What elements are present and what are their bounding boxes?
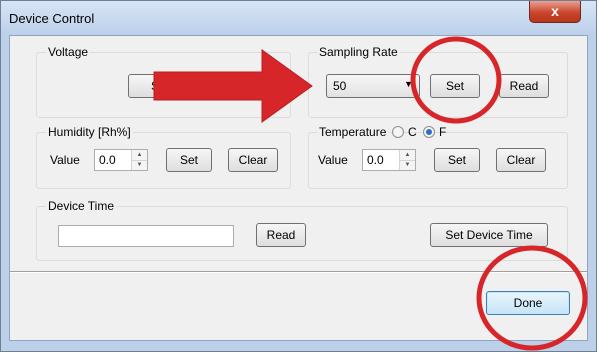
humidity-value: 0.0 [99, 153, 116, 167]
humidity-set-button[interactable]: Set [166, 148, 212, 172]
humidity-label: Humidity [Rh%] [46, 125, 133, 139]
sampling-rate-read-button[interactable]: Read [499, 74, 549, 98]
title-bar: Device Control x [1, 1, 596, 35]
temperature-value-stepper[interactable]: 0.0 ▲ ▼ [362, 149, 416, 171]
voltage-label: Voltage [46, 45, 91, 59]
device-time-read-button[interactable]: Read [256, 223, 306, 247]
temperature-c-label[interactable]: C [408, 125, 417, 139]
footer-separator [10, 271, 587, 273]
humidity-value-label: Value [50, 153, 80, 167]
temperature-label: Temperature [317, 125, 389, 139]
humidity-value-stepper[interactable]: 0.0 ▲ ▼ [94, 149, 148, 171]
sampling-rate-value: 50 [333, 79, 347, 93]
sampling-rate-set-button[interactable]: Set [430, 74, 480, 98]
temperature-clear-button[interactable]: Clear [496, 148, 546, 172]
spin-down-icon[interactable]: ▼ [132, 160, 147, 170]
temperature-set-button[interactable]: Set [434, 148, 480, 172]
spin-buttons[interactable]: ▲ ▼ [131, 150, 147, 170]
chevron-down-icon: ▼ [404, 79, 413, 89]
sampling-rate-label: Sampling Rate [317, 45, 400, 59]
close-icon: x [551, 3, 559, 19]
temperature-value-label: Value [318, 153, 348, 167]
temperature-c-radio[interactable] [392, 126, 404, 138]
done-button[interactable]: Done [486, 291, 570, 315]
voltage-set-button[interactable]: Set [128, 74, 192, 98]
device-control-window: Device Control x Voltage Set Sampling Ra… [0, 0, 597, 352]
spin-down-icon[interactable]: ▼ [400, 160, 415, 170]
window-title: Device Control [9, 11, 95, 26]
dialog-client-area: Voltage Set Sampling Rate 50 ▼ Set Read … [9, 35, 588, 341]
sampling-rate-select[interactable]: 50 ▼ [326, 74, 420, 98]
spin-buttons[interactable]: ▲ ▼ [399, 150, 415, 170]
device-time-label: Device Time [46, 199, 117, 213]
humidity-clear-button[interactable]: Clear [228, 148, 278, 172]
close-button[interactable]: x [529, 1, 581, 23]
device-time-input[interactable] [58, 225, 234, 247]
temperature-f-radio[interactable] [423, 126, 435, 138]
temperature-value: 0.0 [367, 153, 384, 167]
set-device-time-button[interactable]: Set Device Time [430, 223, 548, 247]
temperature-f-label[interactable]: F [439, 125, 446, 139]
